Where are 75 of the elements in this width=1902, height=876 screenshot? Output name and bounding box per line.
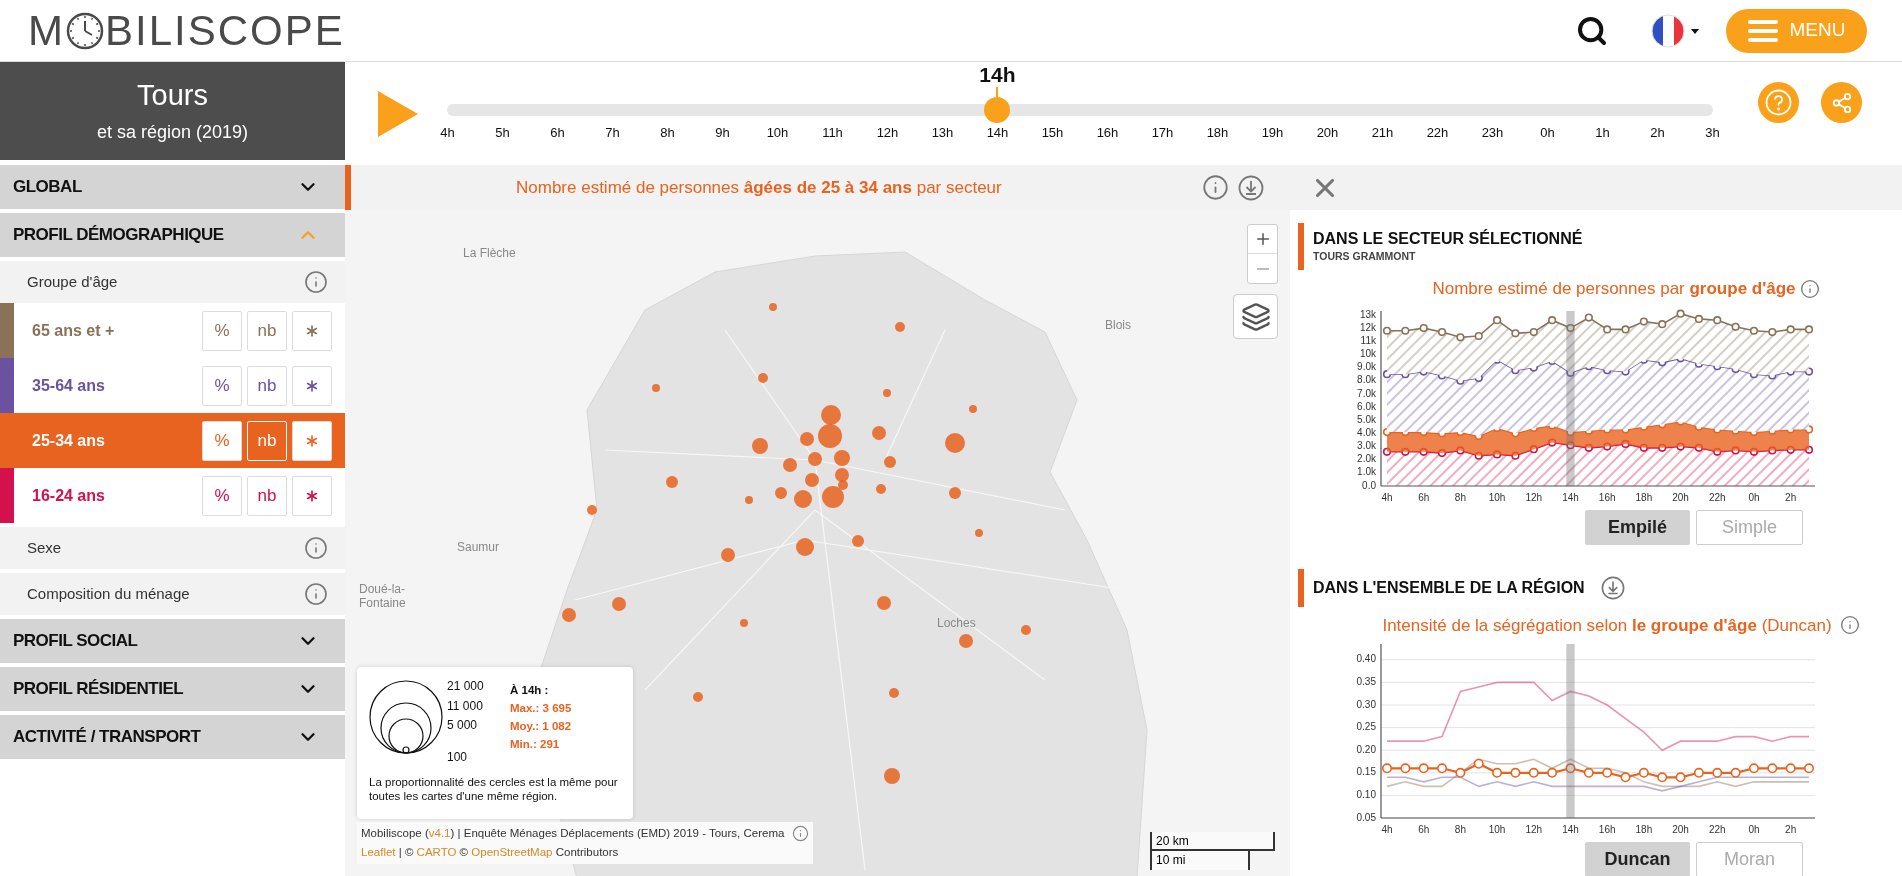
tick-label: 2.0k xyxy=(1357,452,1376,464)
place-label: Blois xyxy=(1105,318,1131,332)
place-label: Doué-la-Fontaine xyxy=(359,582,407,610)
tick-label: 0h xyxy=(1748,491,1760,503)
current-hour-label: 14h xyxy=(979,62,1016,88)
place-label: Loches xyxy=(937,616,976,630)
tick-label: 18h xyxy=(1635,824,1653,835)
tick-label: 0.0 xyxy=(1362,479,1376,491)
tick-label: 10h xyxy=(1488,491,1506,503)
tick-label: 0.30 xyxy=(1356,698,1376,710)
tick-label: 22h xyxy=(1708,824,1726,835)
tick-label: 6h xyxy=(1418,491,1430,503)
tick-label: 0.15 xyxy=(1356,766,1376,778)
tick-label: 12h xyxy=(1525,824,1543,835)
stat-value: Moy.: 1 082 xyxy=(510,719,572,734)
city-subtitle: et sa région (2019) xyxy=(96,120,249,144)
tick-label: 6.0k xyxy=(1357,400,1376,412)
tick-label: 20h xyxy=(1672,491,1689,503)
logo-text: BILISCOPE xyxy=(105,9,345,52)
stat-value: Min.: 291 xyxy=(510,737,561,752)
tick-label: 8h xyxy=(1454,824,1466,835)
tick-label: 4.0k xyxy=(1357,426,1376,438)
tick-label: 8h xyxy=(1454,491,1466,503)
tick-label: 10k xyxy=(1359,347,1376,359)
section-title: DANS LE SECTEUR SÉLECTIONNÉ xyxy=(1313,229,1583,249)
tick-label: 9.0k xyxy=(1357,360,1376,372)
tick-label: 8.0k xyxy=(1357,373,1376,385)
tick-label: 12h xyxy=(1525,491,1543,503)
logo-text: M xyxy=(28,9,65,52)
size-label: 21 000 xyxy=(447,678,484,695)
legend-note: La proportionnalité des cercles est la même pour toutes les cartes d'une même région. xyxy=(369,775,619,803)
tick-label: 4h xyxy=(1381,491,1393,503)
scale-bar: 10 mi xyxy=(1150,851,1250,870)
tick-label: 2h xyxy=(1785,491,1797,503)
tick-label: 16h xyxy=(1598,491,1616,503)
city-name: Tours xyxy=(137,77,208,113)
size-label: 5 000 xyxy=(447,717,478,734)
tick-label: 14h xyxy=(1562,824,1579,835)
tick-label: 1.0k xyxy=(1357,466,1376,477)
tick-label: 0.20 xyxy=(1356,743,1376,755)
tick-label: 13k xyxy=(1359,308,1376,320)
section-title: DANS L'ENSEMBLE DE LA RÉGION xyxy=(1313,577,1585,598)
tick-label: 0h xyxy=(1748,824,1760,835)
place-label: Saumur xyxy=(457,540,500,554)
tick-label: 2h xyxy=(1785,824,1797,835)
map-title: Nombre estimé de personnes âgées de 25 à 34 ans par secteur xyxy=(516,176,1003,199)
sector-name: TOURS GRAMMONT xyxy=(1313,249,1417,264)
tick-label: 4h xyxy=(1381,824,1393,835)
tick-label: 0.40 xyxy=(1356,653,1376,665)
tick-label: 18h xyxy=(1635,491,1653,503)
attribution-text: Leaflet | © CARTO © OpenStreetMap Contributors xyxy=(361,845,620,860)
tick-label: 0.35 xyxy=(1356,676,1376,688)
chart-title: Nombre estimé de personnes par groupe d'âge xyxy=(1432,278,1796,300)
legend-time: À 14h : xyxy=(510,683,550,698)
tick-label: 5.0k xyxy=(1357,413,1376,425)
tick-label: 3.0k xyxy=(1357,439,1376,451)
tick-label: 10h xyxy=(1488,824,1506,835)
tick-label: 6h xyxy=(1418,824,1430,835)
tick-label: 11k xyxy=(1360,334,1376,346)
scale-bar: 20 km xyxy=(1150,832,1275,851)
tick-label: 22h xyxy=(1708,491,1726,503)
tick-label: 12k xyxy=(1359,321,1376,333)
tick-label: 0.25 xyxy=(1356,721,1376,733)
stat-value: Max.: 3 695 xyxy=(510,701,572,716)
size-label: 100 xyxy=(447,749,468,766)
tick-label: 16h xyxy=(1598,824,1616,835)
attribution-text: Mobiliscope (v4.1) | Enquête Ménages Déplacements (EMD) 2019 - Tours, Cerema xyxy=(361,826,785,841)
tick-label: 7.0k xyxy=(1357,387,1376,399)
place-label: La Flèche xyxy=(463,246,516,260)
tick-label: 14h xyxy=(1562,491,1579,503)
chart-title: Intensité de la ségrégation selon le groupe d'âge (Duncan) xyxy=(1382,614,1832,637)
tick-label: 0.05 xyxy=(1356,811,1376,823)
tick-label: 20h xyxy=(1672,824,1689,835)
tick-label: 0.10 xyxy=(1356,789,1376,801)
size-label: 11 000 xyxy=(447,698,483,715)
